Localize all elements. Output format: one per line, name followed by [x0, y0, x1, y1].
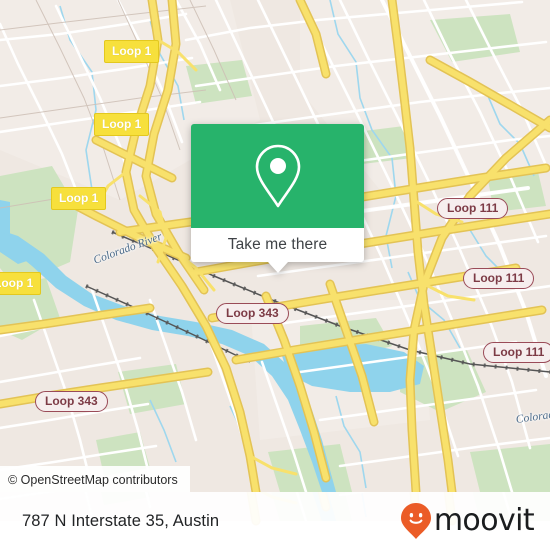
- moovit-logo: moovit: [400, 502, 535, 540]
- map-screenshot: Loop 1 Loop 1 Loop 1 Loop 1 Loop 111 Loo…: [0, 0, 550, 550]
- map-canvas[interactable]: Loop 1 Loop 1 Loop 1 Loop 1 Loop 111 Loo…: [0, 0, 550, 492]
- callout-icon-panel: [191, 124, 364, 228]
- road-shield: Loop 111: [463, 268, 535, 289]
- callout-tail: [268, 262, 288, 273]
- road-shield: Loop 111: [483, 342, 550, 363]
- road-shield: Loop 111: [437, 198, 509, 219]
- footer-bar: 787 N Interstate 35, Austin moovit: [0, 492, 550, 550]
- moovit-wordmark: moovit: [433, 503, 535, 538]
- take-me-there-button[interactable]: Take me there: [191, 228, 364, 262]
- address-label: 787 N Interstate 35, Austin: [22, 511, 220, 530]
- map-attribution[interactable]: © OpenStreetMap contributors: [0, 466, 190, 492]
- road-shield: Loop 1: [0, 272, 42, 295]
- moovit-smiley-pin-icon: [400, 503, 431, 539]
- road-shield: Loop 1: [94, 113, 150, 136]
- location-callout[interactable]: Take me there: [191, 124, 364, 273]
- road-shield: Loop 343: [216, 303, 289, 324]
- road-shield: Loop 1: [51, 187, 107, 210]
- road-shield: Loop 343: [35, 391, 108, 412]
- road-shield: Loop 1: [104, 40, 160, 63]
- take-me-there-label: Take me there: [227, 236, 328, 253]
- map-pin-icon: [255, 144, 300, 208]
- attribution-text: © OpenStreetMap contributors: [8, 473, 178, 487]
